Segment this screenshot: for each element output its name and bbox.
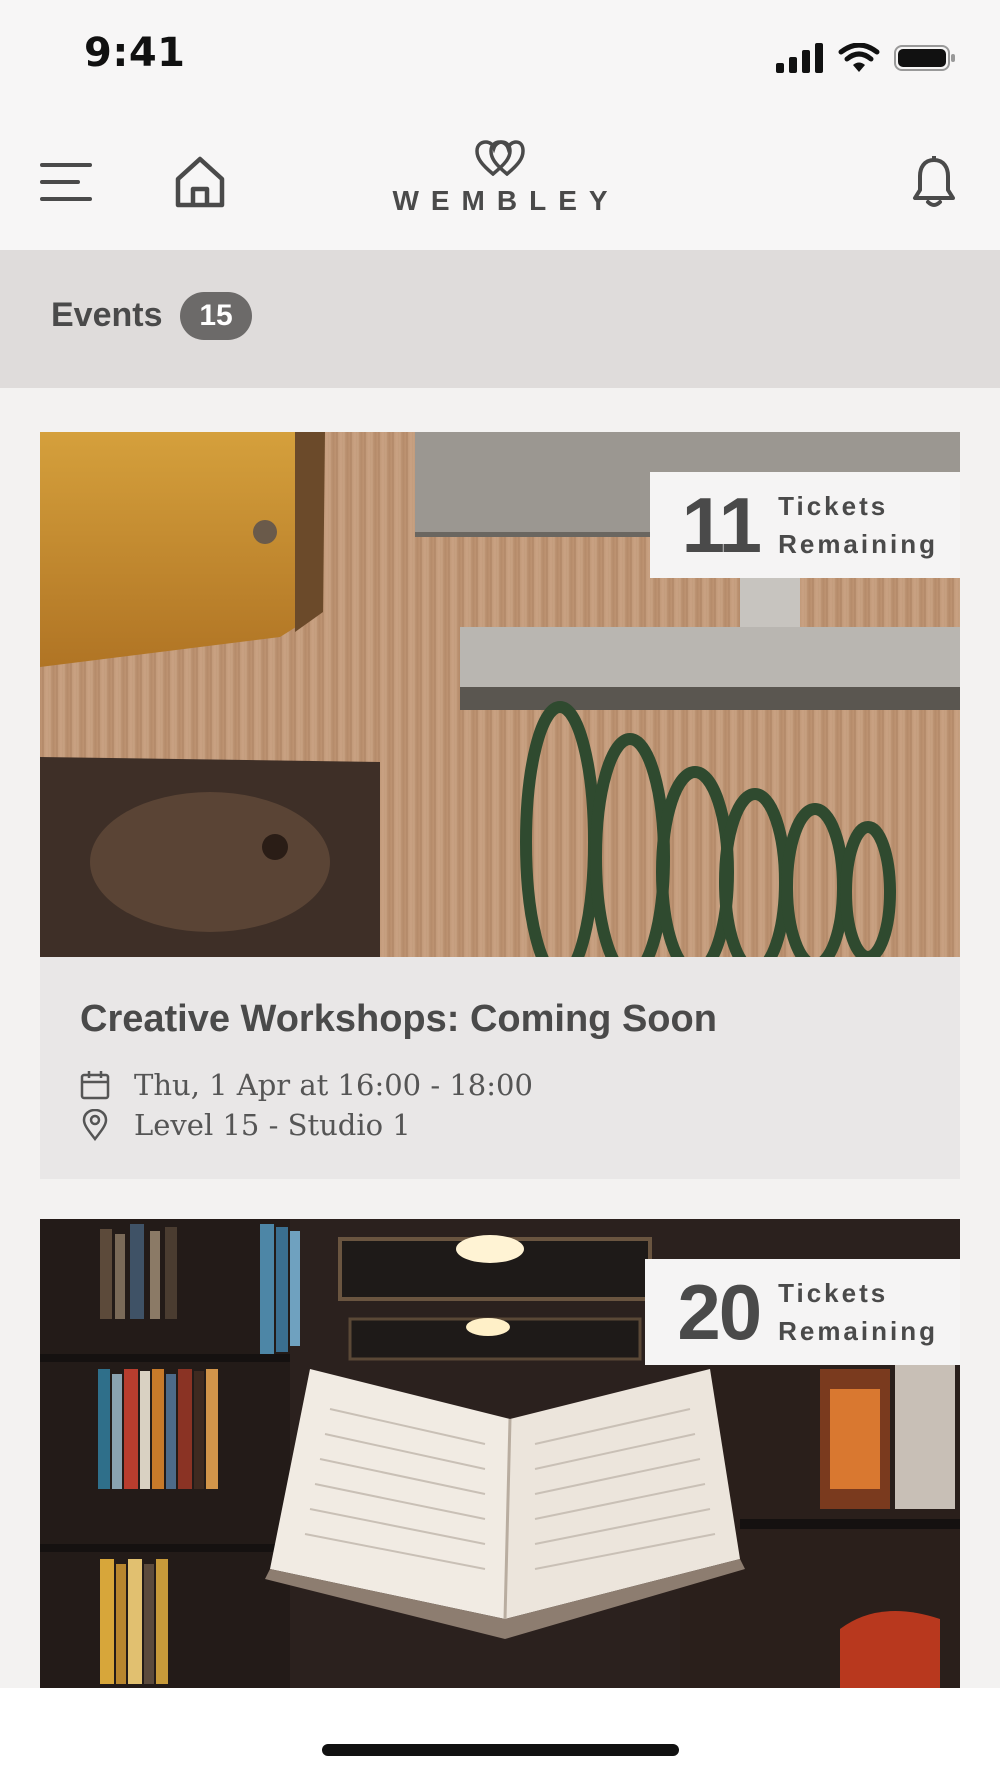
event-location-row: Level 15 - Studio 1	[80, 1108, 411, 1142]
hearts-logo-icon	[475, 140, 525, 177]
home-button[interactable]	[172, 154, 228, 210]
battery-icon	[894, 45, 955, 71]
home-indicator-area	[0, 1688, 1000, 1778]
status-time: 9:41	[84, 30, 186, 76]
home-icon	[175, 156, 225, 208]
event-image: 20 Tickets Remaining	[40, 1219, 960, 1688]
event-title: Creative Workshops: Coming Soon	[80, 998, 717, 1040]
tickets-label-line2: Remaining	[778, 1316, 938, 1346]
event-image: 11 Tickets Remaining	[40, 432, 960, 957]
brand-name: WEMBLEY	[392, 185, 620, 216]
signal-icon	[776, 43, 823, 73]
notifications-button[interactable]	[908, 154, 960, 212]
tickets-count: 20	[677, 1268, 762, 1356]
calendar-icon	[80, 1071, 110, 1100]
status-bar: 9:41	[0, 0, 1000, 120]
brand-logo: WEMBLEY	[340, 140, 660, 240]
tickets-remaining-badge: 20 Tickets Remaining	[645, 1259, 960, 1365]
event-location: Level 15 - Studio 1	[134, 1108, 411, 1142]
event-datetime: Thu, 1 Apr at 16:00 - 18:00	[134, 1068, 533, 1102]
tickets-label: Tickets Remaining	[778, 487, 938, 563]
menu-button[interactable]	[38, 158, 94, 206]
wifi-icon	[838, 43, 880, 72]
bell-icon	[913, 156, 955, 207]
tickets-label: Tickets Remaining	[778, 1274, 938, 1350]
tickets-remaining-badge: 11 Tickets Remaining	[649, 472, 960, 578]
map-pin-icon	[82, 1109, 108, 1141]
tickets-count: 11	[681, 481, 762, 569]
tickets-label-line1: Tickets	[778, 491, 889, 521]
event-card[interactable]: 20 Tickets Remaining	[40, 1219, 960, 1688]
home-indicator[interactable]	[322, 1744, 679, 1756]
tickets-label-line2: Remaining	[778, 529, 938, 559]
hamburger-icon	[40, 163, 92, 201]
event-card[interactable]: 11 Tickets Remaining Creative Workshops:…	[40, 432, 960, 1179]
events-count-badge: 15	[180, 292, 252, 340]
events-title: Events	[51, 296, 163, 334]
event-datetime-row: Thu, 1 Apr at 16:00 - 18:00	[80, 1068, 533, 1102]
tickets-label-line1: Tickets	[778, 1278, 889, 1308]
status-icons	[776, 38, 956, 78]
